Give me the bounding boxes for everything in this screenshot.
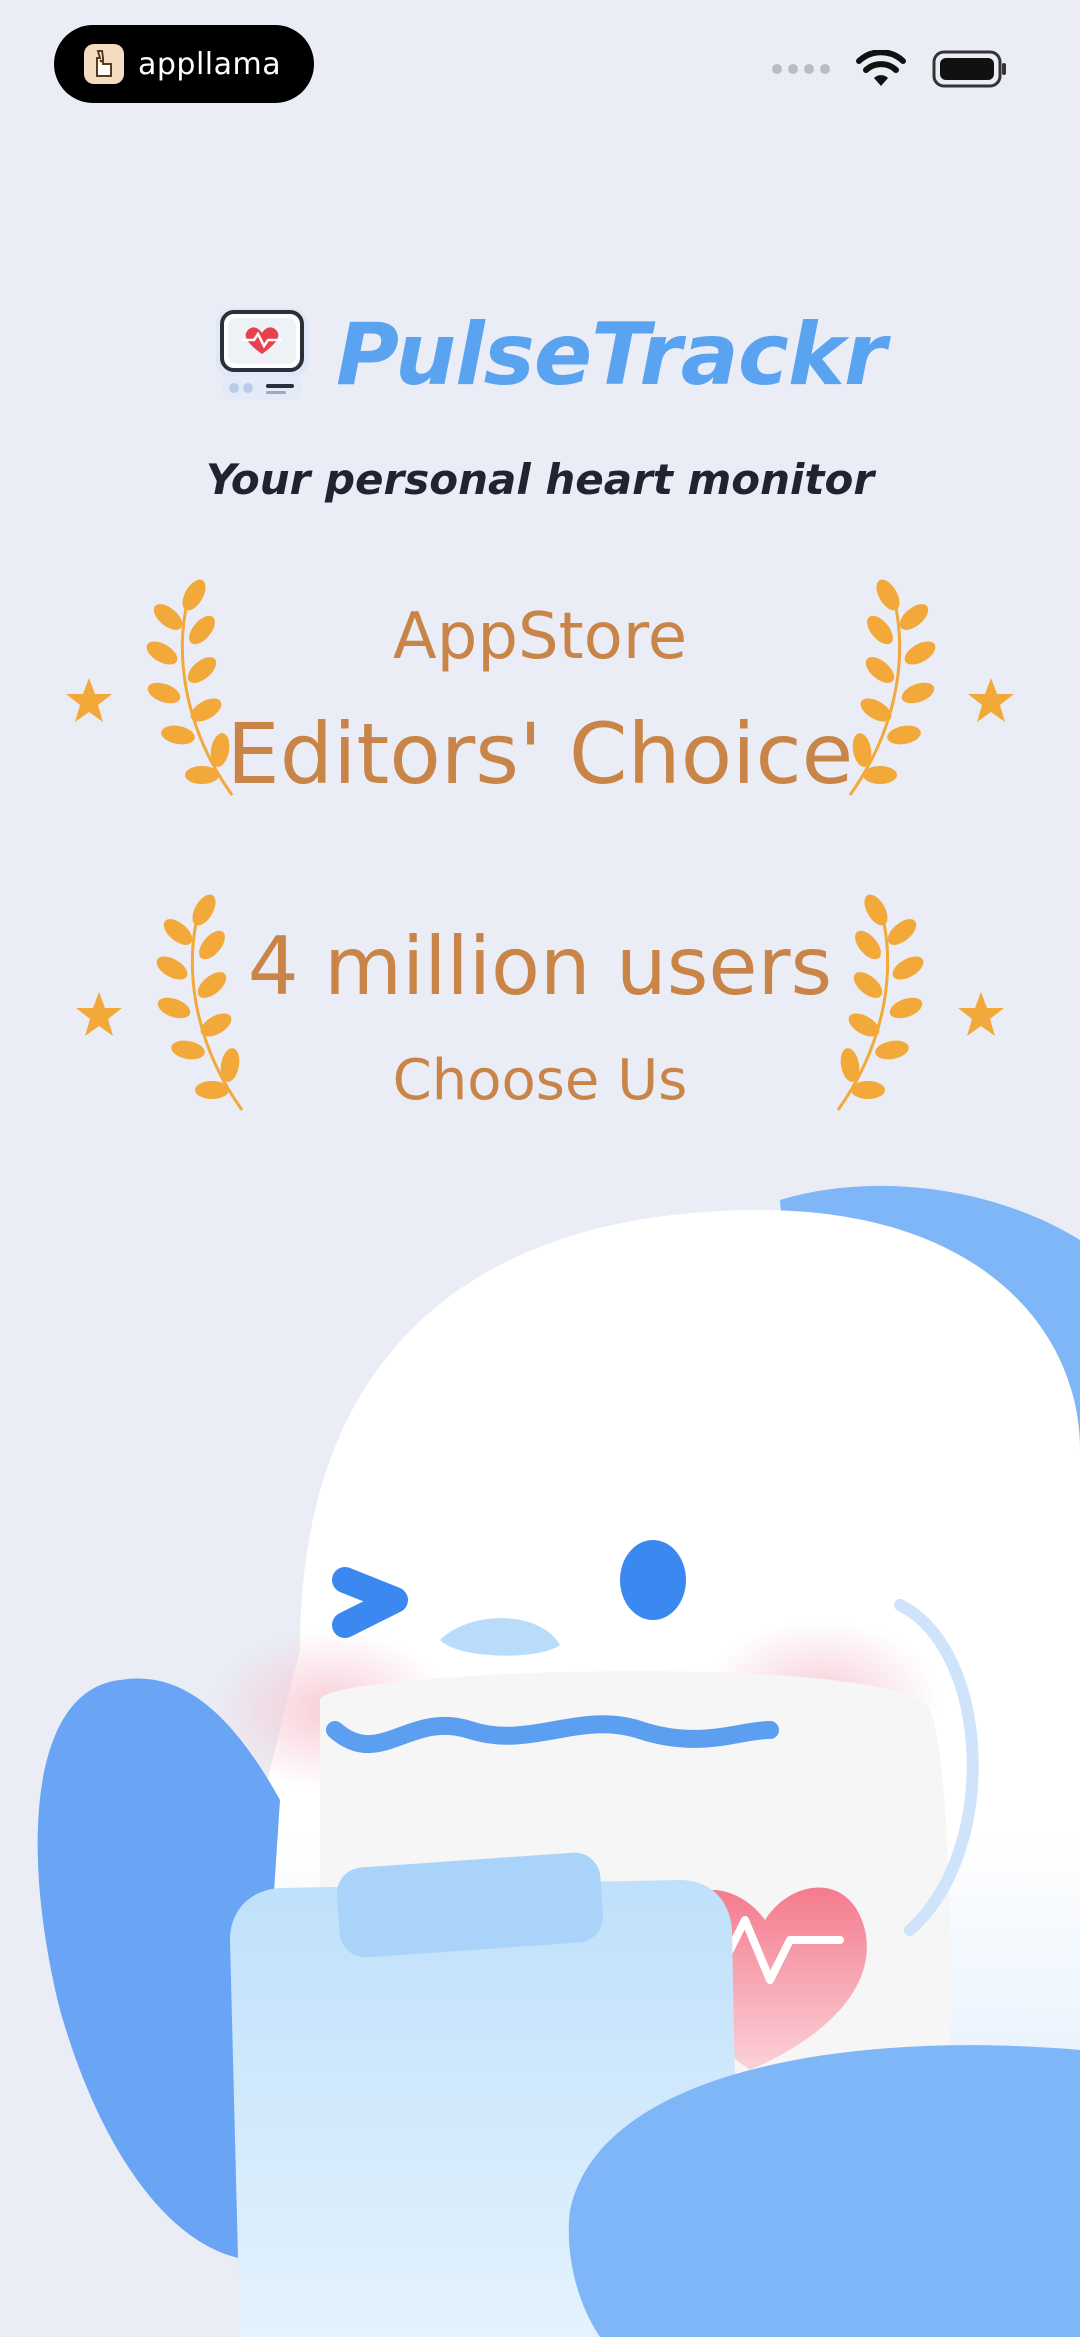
- app-name: PulseTrackr: [336, 305, 886, 405]
- llama-icon: [84, 44, 124, 84]
- appllama-badge: appllama: [54, 25, 314, 103]
- mascot-illustration: [37, 1185, 1080, 2337]
- award2-line2: Choose Us: [392, 1048, 688, 1113]
- badge-label: appllama: [138, 46, 282, 82]
- status-icons: [772, 50, 1008, 88]
- heart-monitor-icon: [216, 308, 308, 400]
- tagline: Your personal heart monitor: [205, 455, 875, 504]
- battery-icon: [932, 50, 1006, 88]
- award2-line1: 4 million users: [247, 920, 833, 1013]
- signal-dots-icon: [772, 64, 830, 74]
- award1-line1: AppStore: [392, 600, 688, 674]
- wifi-icon: [856, 50, 906, 86]
- award1-line2: Editors' Choice: [226, 705, 854, 803]
